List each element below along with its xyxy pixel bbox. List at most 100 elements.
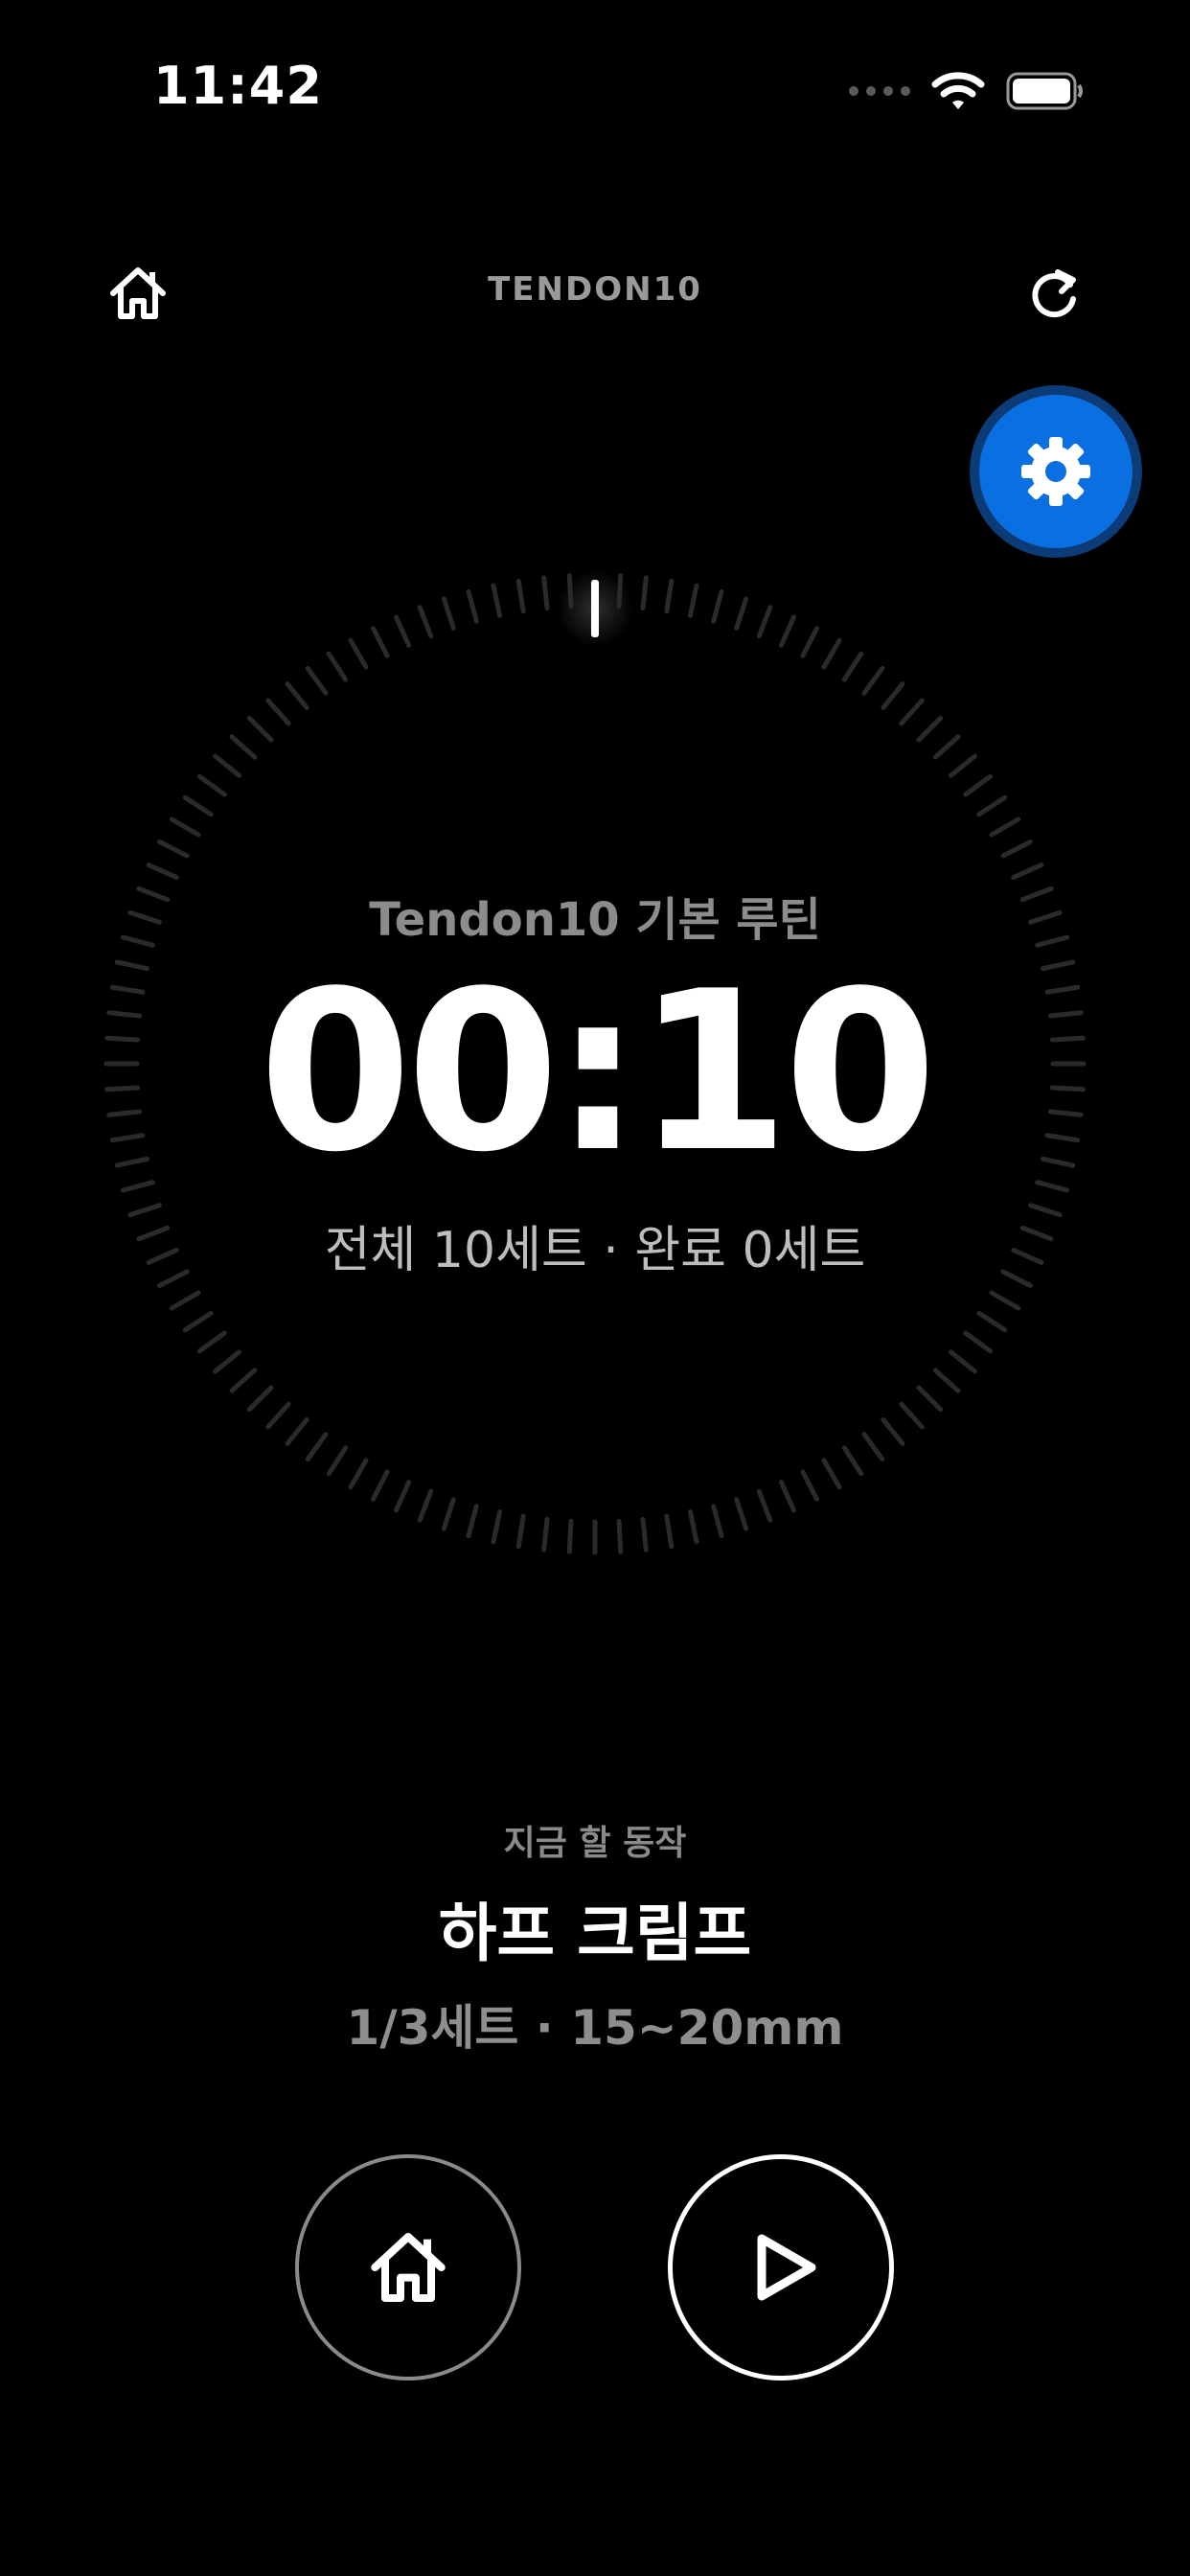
dial-tick xyxy=(169,816,201,838)
settings-button[interactable] xyxy=(979,395,1133,548)
dial-tick xyxy=(734,1497,749,1531)
dial-tick xyxy=(246,1385,274,1413)
dial-tick xyxy=(213,1349,242,1374)
dial-tick xyxy=(821,1458,842,1490)
dial-tick xyxy=(394,1480,412,1513)
dial-tick xyxy=(734,596,749,631)
dial-tick xyxy=(182,1310,214,1333)
dial-tick xyxy=(491,1509,503,1545)
dial-tick xyxy=(841,1445,864,1477)
refresh-icon xyxy=(1032,269,1076,318)
dial-tick xyxy=(756,1488,773,1523)
wifi-icon xyxy=(931,72,985,109)
dial-tick xyxy=(348,1458,369,1490)
dial-tick xyxy=(229,1368,258,1393)
dial-tick xyxy=(285,1416,309,1446)
dial-tick xyxy=(441,1497,456,1531)
dial-tick xyxy=(541,575,550,611)
dial-tick xyxy=(515,578,526,614)
signal-dots-icon xyxy=(849,86,910,96)
dial-tick xyxy=(963,773,994,797)
exercise-name: 하프 크림프 xyxy=(438,1897,752,1970)
dial-tick xyxy=(916,715,944,743)
dial-tick xyxy=(491,583,503,618)
set-summary: 전체 10세트 · 완료 0세트 xyxy=(324,1222,866,1279)
dial-tick xyxy=(394,614,412,648)
dial-tick xyxy=(821,637,842,670)
dial-tick xyxy=(948,753,977,778)
dial-tick xyxy=(800,626,820,658)
dial-tick xyxy=(196,1330,227,1354)
app-title: TENDON10 xyxy=(488,270,702,309)
dial-tick xyxy=(305,1432,329,1462)
dial-tick xyxy=(370,626,390,658)
home-button[interactable] xyxy=(295,2154,521,2380)
dial-tick xyxy=(616,573,624,610)
dial-tick xyxy=(881,681,905,711)
dial-tick xyxy=(664,578,675,614)
routine-name: Tendon10 기본 루틴 xyxy=(369,893,821,947)
dial-tick xyxy=(1000,839,1033,859)
play-icon xyxy=(757,2234,816,2301)
dial-tick xyxy=(146,862,179,881)
dial-tick xyxy=(1011,862,1044,881)
dial-progress-marker xyxy=(591,580,599,637)
dial-tick xyxy=(417,1488,434,1523)
dial-tick xyxy=(932,1368,961,1393)
dial-tick xyxy=(196,773,227,797)
dial-tick xyxy=(881,1416,905,1446)
dial-tick xyxy=(640,575,649,611)
dial-tick xyxy=(800,1469,820,1502)
dial-tick xyxy=(711,1504,724,1539)
timer-display: 00:10 xyxy=(258,945,937,1201)
play-button[interactable] xyxy=(668,2154,894,2380)
dial-tick xyxy=(326,1445,349,1477)
dial-tick xyxy=(246,715,274,743)
dial-tick xyxy=(778,614,796,648)
dial-tick xyxy=(305,665,329,696)
status-icons xyxy=(849,67,1085,115)
dial-tick xyxy=(640,1516,649,1552)
dial-tick xyxy=(948,1349,977,1374)
dial-tick xyxy=(861,665,885,696)
dial-tick xyxy=(861,1432,885,1462)
dial-tick xyxy=(157,839,190,859)
exercise-detail: 1/3세트 · 15~20mm xyxy=(346,2000,844,2056)
dial-tick xyxy=(229,734,258,760)
dial-tick xyxy=(989,816,1021,838)
battery-icon xyxy=(1006,72,1083,110)
dial-tick xyxy=(932,734,961,760)
dial-tick xyxy=(466,588,479,624)
dial-tick xyxy=(616,1518,624,1554)
dial-tick xyxy=(989,1290,1021,1311)
dial-tick xyxy=(265,1401,291,1430)
dial-tick xyxy=(370,1469,390,1502)
dial-tick xyxy=(441,596,456,631)
dial-tick xyxy=(566,573,574,610)
reset-button[interactable] xyxy=(1019,259,1088,328)
dial-tick xyxy=(899,698,925,726)
dial-tick xyxy=(213,753,242,778)
dial-tick xyxy=(515,1513,526,1550)
dial-tick xyxy=(265,698,291,726)
dial-tick xyxy=(326,651,349,682)
dial-tick xyxy=(976,1310,1008,1333)
dial-tick xyxy=(841,651,864,682)
dial-tick xyxy=(169,1290,201,1311)
gear-icon xyxy=(1021,437,1090,506)
dial-tick xyxy=(778,1480,796,1513)
dial-tick xyxy=(916,1385,944,1413)
dial-tick xyxy=(466,1504,479,1539)
current-exercise-label: 지금 할 동작 xyxy=(503,1824,687,1863)
dial-tick xyxy=(899,1401,925,1430)
dial-tick xyxy=(963,1330,994,1354)
dial-tick xyxy=(285,681,309,711)
status-time: 11:42 xyxy=(153,56,323,116)
dial-tick xyxy=(756,605,773,639)
dial-tick xyxy=(417,605,434,639)
dial-tick xyxy=(182,794,214,817)
dial-tick xyxy=(711,588,724,624)
home-icon xyxy=(371,2233,446,2302)
dial-tick xyxy=(541,1516,550,1552)
dial-tick xyxy=(348,637,369,670)
